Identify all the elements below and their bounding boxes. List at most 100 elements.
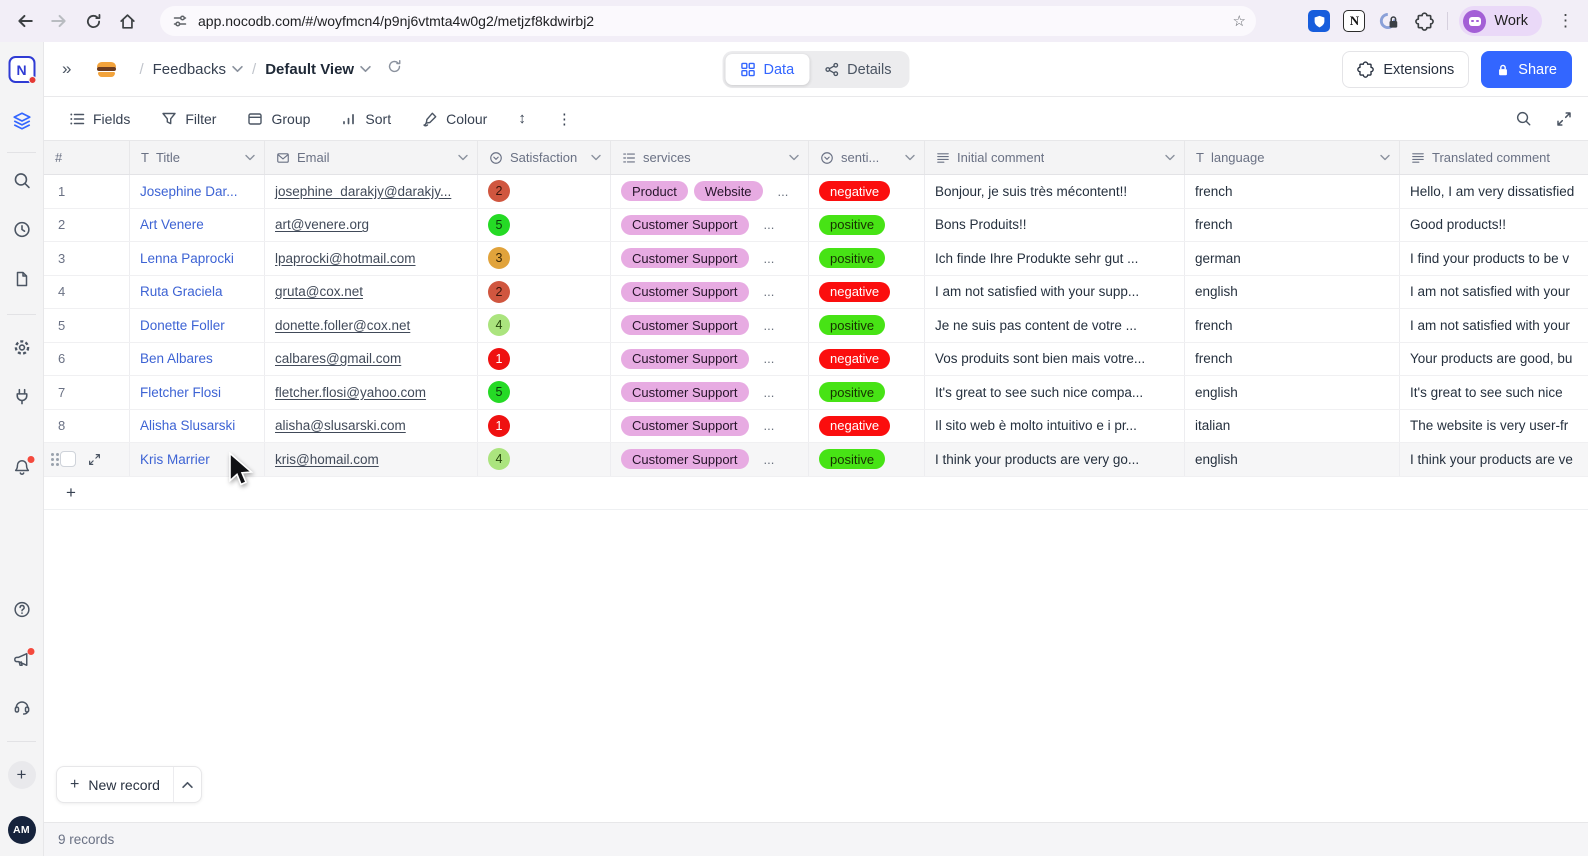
chevron-down-icon[interactable] (789, 154, 799, 161)
share-button[interactable]: Share (1481, 51, 1572, 88)
cell-email[interactable]: fletcher.flosi@yahoo.com (265, 376, 478, 409)
chevron-down-icon[interactable] (1165, 154, 1175, 161)
cell-initial[interactable]: I think your products are very go... (925, 443, 1185, 476)
sidebar-item-integrations[interactable] (12, 387, 31, 406)
column-header-language[interactable]: Tlanguage (1185, 141, 1400, 174)
cell-satisfaction[interactable]: 2 (478, 175, 611, 208)
extensions-button[interactable]: Extensions (1342, 51, 1469, 88)
cell-language[interactable]: german (1185, 242, 1400, 275)
cell-num[interactable]: 2 (44, 209, 130, 242)
tab-details[interactable]: Details (809, 54, 906, 85)
cell-email[interactable]: josephine_darakjy@darakjy... (265, 175, 478, 208)
cell-title[interactable]: Alisha Slusarski (130, 410, 265, 443)
cell-email[interactable]: gruta@cox.net (265, 276, 478, 309)
cell-services[interactable]: Customer Support... (611, 276, 809, 309)
cell-satisfaction[interactable]: 5 (478, 209, 611, 242)
drag-handle-icon[interactable] (51, 453, 54, 456)
cell-services[interactable]: Customer Support... (611, 309, 809, 342)
extensions-puzzle-icon[interactable] (1412, 9, 1436, 33)
chevron-down-icon[interactable] (1380, 154, 1390, 161)
cell-num[interactable]: 3 (44, 242, 130, 275)
toolbar-more-button[interactable]: ⋮ (557, 110, 572, 128)
cell-title[interactable]: Josephine Dar... (130, 175, 265, 208)
filter-button[interactable]: Filter (161, 111, 216, 127)
cell-translated[interactable]: I find your products to be v (1400, 242, 1588, 275)
cell-num[interactable]: 4 (44, 276, 130, 309)
cell-title[interactable]: Fletcher Flosi (130, 376, 265, 409)
column-header-email[interactable]: Email (265, 141, 478, 174)
sidebar-item-docs[interactable] (13, 270, 31, 288)
sort-button[interactable]: Sort (341, 111, 391, 127)
browser-menu-button[interactable]: ⋮ (1553, 11, 1578, 31)
new-record-options-button[interactable] (173, 767, 201, 802)
cell-translated[interactable]: It's great to see such nice (1400, 376, 1588, 409)
cell-satisfaction[interactable]: 4 (478, 309, 611, 342)
row-checkbox[interactable] (60, 451, 76, 467)
column-header-initial[interactable]: Initial comment (925, 141, 1185, 174)
cell-num[interactable]: 5 (44, 309, 130, 342)
sidebar-item-help[interactable] (12, 600, 31, 619)
cell-title[interactable]: Art Venere (130, 209, 265, 242)
sidebar-item-support[interactable] (12, 697, 31, 716)
cell-initial[interactable]: Vos produits sont bien mais votre... (925, 343, 1185, 376)
browser-forward-button[interactable] (42, 4, 76, 38)
cell-sentiment[interactable]: positive (809, 309, 925, 342)
row-height-button[interactable]: ↕ (518, 110, 526, 127)
privacy-extension-icon[interactable] (1377, 9, 1401, 33)
cell-satisfaction[interactable]: 4 (478, 443, 611, 476)
sidebar-item-recent[interactable] (12, 220, 31, 239)
cell-initial[interactable]: Je ne suis pas content de votre ... (925, 309, 1185, 342)
cell-services[interactable]: ProductWebsite... (611, 175, 809, 208)
cell-language[interactable]: french (1185, 209, 1400, 242)
cell-satisfaction[interactable]: 1 (478, 410, 611, 443)
cell-satisfaction[interactable]: 2 (478, 276, 611, 309)
cell-title[interactable]: Ruta Graciela (130, 276, 265, 309)
column-header-num[interactable]: # (44, 141, 130, 174)
cell-sentiment[interactable]: positive (809, 443, 925, 476)
column-header-title[interactable]: TTitle (130, 141, 265, 174)
notion-extension-icon[interactable]: N (1342, 9, 1366, 33)
fields-button[interactable]: Fields (69, 111, 130, 127)
tab-data[interactable]: Data (726, 54, 810, 85)
create-new-button[interactable]: + (8, 761, 36, 789)
base-emoji-icon[interactable] (97, 62, 116, 77)
column-header-services[interactable]: services (611, 141, 809, 174)
breadcrumb-table[interactable]: Feedbacks (153, 61, 243, 78)
add-record-row[interactable]: + (44, 477, 1588, 510)
cell-email[interactable]: calbares@gmail.com (265, 343, 478, 376)
cell-language[interactable]: french (1185, 343, 1400, 376)
cell-initial[interactable]: Il sito web è molto intuitivo e i pr... (925, 410, 1185, 443)
cell-num[interactable]: 1 (44, 175, 130, 208)
cell-services[interactable]: Customer Support... (611, 443, 809, 476)
cell-translated[interactable]: The website is very user-fr (1400, 410, 1588, 443)
cell-sentiment[interactable]: negative (809, 410, 925, 443)
email-link[interactable]: calbares@gmail.com (275, 351, 401, 366)
column-header-translated[interactable]: Translated comment (1400, 141, 1588, 174)
user-avatar[interactable]: AM (8, 816, 36, 844)
nocodb-logo[interactable]: N (8, 56, 35, 83)
cell-initial[interactable]: Ich finde Ihre Produkte sehr gut ... (925, 242, 1185, 275)
cell-initial[interactable]: It's great to see such nice compa... (925, 376, 1185, 409)
sidebar-item-search[interactable] (12, 171, 31, 190)
refresh-view-button[interactable] (387, 59, 402, 79)
chevron-down-icon[interactable] (591, 154, 601, 161)
cell-email[interactable]: kris@homail.com (265, 443, 478, 476)
cell-language[interactable]: french (1185, 309, 1400, 342)
email-link[interactable]: gruta@cox.net (275, 284, 363, 299)
cell-services[interactable]: Customer Support... (611, 343, 809, 376)
email-link[interactable]: lpaprocki@hotmail.com (275, 251, 416, 266)
chevron-down-icon[interactable] (905, 154, 915, 161)
browser-reload-button[interactable] (76, 4, 110, 38)
cell-email[interactable]: art@venere.org (265, 209, 478, 242)
cell-title[interactable]: Donette Foller (130, 309, 265, 342)
cell-email[interactable]: lpaprocki@hotmail.com (265, 242, 478, 275)
expand-record-icon[interactable] (88, 453, 101, 466)
cell-language[interactable]: english (1185, 276, 1400, 309)
breadcrumb-view[interactable]: Default View (265, 61, 371, 78)
cell-num[interactable] (44, 443, 130, 476)
cell-satisfaction[interactable]: 3 (478, 242, 611, 275)
cell-email[interactable]: donette.foller@cox.net (265, 309, 478, 342)
cell-sentiment[interactable]: negative (809, 276, 925, 309)
cell-sentiment[interactable]: negative (809, 175, 925, 208)
cell-translated[interactable]: I am not satisfied with your (1400, 276, 1588, 309)
